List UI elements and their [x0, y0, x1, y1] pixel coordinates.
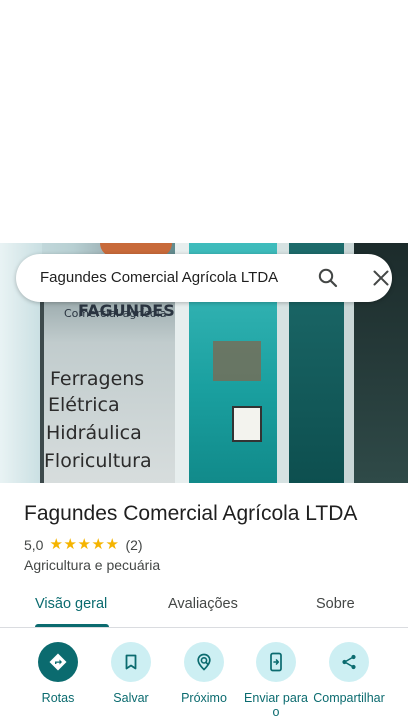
send-to-phone-button[interactable]: Enviar para o — [240, 640, 312, 719]
star-icon: ★ — [63, 536, 77, 553]
share-icon — [342, 654, 356, 670]
star-icon: ★ — [49, 536, 63, 553]
star-rating: ★ ★ ★ ★ ★ — [49, 536, 119, 553]
search-input[interactable]: Fagundes Comercial Agrícola LTDA — [40, 269, 278, 286]
sign-line: Floricultura — [44, 450, 152, 472]
sign-line: Ferragens — [50, 368, 145, 390]
tab-reviews[interactable]: Avaliações — [168, 596, 238, 612]
nearby-button[interactable]: Próximo — [168, 640, 240, 705]
search-bar[interactable]: Fagundes Comercial Agrícola LTDA — [16, 254, 392, 302]
nearby-label: Próximo — [181, 691, 227, 705]
place-category: Agricultura e pecuária — [24, 557, 161, 573]
review-count[interactable]: (2) — [125, 537, 142, 553]
sign-line: Elétrica — [48, 394, 120, 416]
rating-row[interactable]: 5,0 ★ ★ ★ ★ ★ (2) — [24, 536, 143, 554]
save-button[interactable]: Salvar — [95, 640, 167, 705]
active-tab-indicator — [35, 624, 109, 627]
nearby-icon — [197, 653, 211, 671]
directions-icon — [49, 653, 67, 671]
blank-area — [0, 0, 408, 243]
close-icon[interactable] — [369, 266, 393, 290]
share-button[interactable]: Compartilhar — [313, 640, 385, 705]
save-label: Salvar — [113, 691, 149, 705]
search-icon[interactable] — [316, 266, 340, 290]
action-bar: Rotas Salvar Próximo Enviar para o Compa… — [0, 640, 408, 726]
send-to-phone-icon — [270, 652, 282, 672]
rating-value: 5,0 — [24, 537, 44, 553]
share-label: Compartilhar — [313, 691, 385, 705]
sign-subtitle: Comercial agrícola — [64, 307, 167, 320]
place-title: Fagundes Comercial Agrícola LTDA — [24, 502, 358, 525]
tab-about[interactable]: Sobre — [316, 596, 355, 612]
tab-bar: Visão geral Avaliações Sobre — [0, 588, 408, 628]
directions-button[interactable]: Rotas — [22, 640, 94, 705]
bookmark-icon — [125, 654, 137, 670]
send-to-phone-label: Enviar para o — [244, 691, 308, 719]
sign-line: Hidráulica — [46, 422, 142, 444]
star-icon: ★ — [77, 536, 91, 553]
star-icon: ★ — [105, 536, 119, 553]
star-icon: ★ — [91, 536, 105, 553]
tab-overview[interactable]: Visão geral — [35, 596, 107, 612]
directions-label: Rotas — [41, 691, 75, 705]
